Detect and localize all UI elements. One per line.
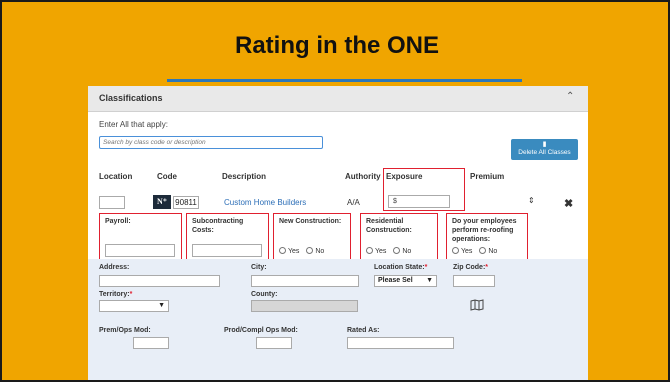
reroofing-no-radio[interactable] xyxy=(479,247,487,254)
reroofing-radios: Yes No xyxy=(452,247,497,255)
new-construction-label: New Construction: xyxy=(279,218,342,225)
no-label: No xyxy=(488,248,498,255)
nationwide-logo: N⁺ xyxy=(153,195,171,209)
required-mark: * xyxy=(424,264,428,271)
sort-icon[interactable]: ⇕ xyxy=(528,196,535,205)
class-search-input[interactable] xyxy=(99,136,323,149)
subcontracting-label: Subcontracting Costs: xyxy=(192,218,244,234)
new-construction-no-radio[interactable] xyxy=(306,247,314,254)
zip-label-text: Zip Code: xyxy=(453,264,486,271)
exposure-input[interactable]: $ xyxy=(388,195,450,208)
payroll-label: Payroll: xyxy=(105,218,131,225)
reroofing-yes-radio[interactable] xyxy=(452,247,459,254)
territory-label-text: Territory: xyxy=(99,291,130,298)
residential-radios: Yes No xyxy=(366,247,411,255)
residential-box: Residential Construction: Yes No xyxy=(360,213,438,261)
class-code-field[interactable]: 90811 xyxy=(173,196,199,209)
payroll-box: Payroll: xyxy=(99,213,182,261)
zip-label: Zip Code:* xyxy=(453,264,488,271)
subcontracting-input[interactable] xyxy=(192,244,262,257)
rated-as-input[interactable] xyxy=(347,337,454,349)
reroofing-box: Do your employees perform re-roofing ope… xyxy=(446,213,528,261)
panel-header[interactable]: Classifications ⌃ xyxy=(88,86,588,112)
chevron-up-icon[interactable]: ⌃ xyxy=(566,92,576,102)
chevron-down-icon: ▼ xyxy=(158,302,165,309)
title-underline xyxy=(167,79,522,82)
new-construction-box: New Construction: Yes No xyxy=(273,213,351,261)
column-code: Code xyxy=(157,172,177,181)
subcontracting-box: Subcontracting Costs: xyxy=(186,213,269,261)
county-label: County: xyxy=(251,291,278,298)
column-premium: Premium xyxy=(470,172,505,181)
city-input[interactable] xyxy=(251,275,359,287)
new-construction-yes-radio[interactable] xyxy=(279,247,286,254)
authority-value: A/A xyxy=(347,198,360,207)
trash-icon: ▮ xyxy=(542,141,547,148)
yes-label: Yes xyxy=(375,248,387,255)
location-input[interactable] xyxy=(99,196,125,209)
column-description: Description xyxy=(222,172,267,181)
class-description-link[interactable]: Custom Home Builders xyxy=(224,198,306,207)
chevron-down-icon: ▼ xyxy=(426,277,433,284)
no-label: No xyxy=(315,248,325,255)
slide-title: Rating in the ONE xyxy=(235,32,439,59)
address-input[interactable] xyxy=(99,275,220,287)
state-select-value: Please Sel xyxy=(378,277,413,284)
county-input xyxy=(251,300,358,312)
slide-background: Rating in the ONE Classifications ⌃ Ente… xyxy=(0,0,670,382)
premops-input[interactable] xyxy=(133,337,169,349)
premops-label: Prem/Ops Mod: xyxy=(99,327,151,334)
no-label: No xyxy=(402,248,412,255)
residential-yes-radio[interactable] xyxy=(366,247,373,254)
required-mark: * xyxy=(485,264,489,271)
territory-label: Territory:* xyxy=(99,291,132,298)
residential-label: Residential Construction: xyxy=(366,218,412,234)
zip-input[interactable] xyxy=(453,275,495,287)
payroll-input[interactable] xyxy=(105,244,175,257)
city-label: City: xyxy=(251,264,267,271)
column-exposure: Exposure xyxy=(386,172,423,181)
column-authority: Authority xyxy=(345,172,381,181)
enter-all-label: Enter All that apply: xyxy=(99,120,168,129)
column-location: Location xyxy=(99,172,133,181)
yes-label: Yes xyxy=(288,248,300,255)
required-mark: * xyxy=(129,291,133,298)
currency-symbol: $ xyxy=(393,198,397,205)
map-icon[interactable] xyxy=(470,299,484,311)
residential-no-radio[interactable] xyxy=(393,247,401,254)
state-label: Location State:* xyxy=(374,264,427,271)
classifications-panel: Classifications ⌃ Enter All that apply: … xyxy=(88,86,588,380)
prodcompl-input[interactable] xyxy=(256,337,292,349)
prodcompl-label: Prod/Compl Ops Mod: xyxy=(224,327,298,334)
address-label: Address: xyxy=(99,264,130,271)
state-label-text: Location State: xyxy=(374,264,425,271)
new-construction-radios: Yes No xyxy=(279,247,324,255)
panel-title: Classifications xyxy=(99,93,163,103)
rated-as-label: Rated As: xyxy=(347,327,380,334)
yes-label: Yes xyxy=(461,248,473,255)
delete-all-classes-button[interactable]: ▮ Delete All Classes xyxy=(511,139,578,160)
reroofing-label: Do your employees perform re-roofing ope… xyxy=(452,218,517,243)
remove-class-icon[interactable]: ✖ xyxy=(564,197,573,210)
territory-select[interactable]: ▼ xyxy=(99,300,169,312)
state-select[interactable]: Please Sel ▼ xyxy=(374,275,437,287)
delete-all-label: Delete All Classes xyxy=(518,149,571,156)
